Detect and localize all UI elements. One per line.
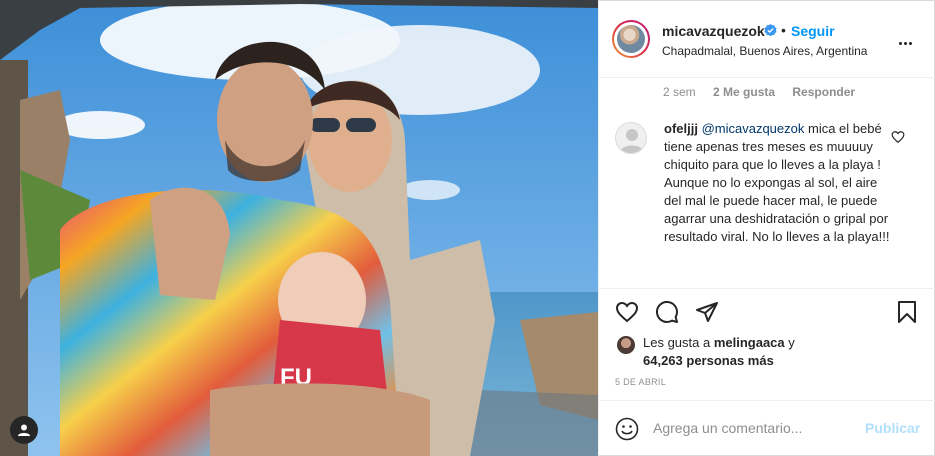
liker-avatar[interactable]: [617, 336, 635, 354]
reply-button[interactable]: Responder: [792, 85, 855, 99]
commenter-avatar[interactable]: [615, 122, 647, 154]
post-details-panel: micavazquezok • Seguir Chapadmalal, Buen…: [598, 0, 935, 456]
comment-text: ofeljjj @micavazquezok mica el bebé tien…: [664, 120, 894, 246]
follow-separator: •: [781, 22, 786, 38]
avatar-image: [617, 25, 645, 53]
likes-count-link[interactable]: 64,263 personas más: [643, 353, 774, 368]
comment-meta-row: 2 sem 2 Me gusta Responder: [663, 85, 869, 99]
post-actions: Les gusta a melingaaca y 64,263 personas…: [599, 288, 935, 387]
comment-mention[interactable]: @micavazquezok: [702, 121, 805, 136]
comment-likes-link[interactable]: 2 Me gusta: [713, 85, 775, 99]
add-comment-bar: Publicar: [599, 400, 935, 456]
heart-icon[interactable]: [615, 300, 639, 324]
post-header: micavazquezok • Seguir Chapadmalal, Buen…: [599, 0, 935, 78]
user-tag-button[interactable]: [10, 416, 38, 444]
profile-username[interactable]: micavazquezok: [662, 23, 765, 39]
emoji-icon[interactable]: [615, 417, 639, 441]
likes-text: Les gusta a melingaaca y 64,263 personas…: [643, 335, 795, 368]
post-photo[interactable]: FU: [0, 0, 598, 456]
location-link[interactable]: Chapadmalal, Buenos Aires, Argentina: [662, 44, 867, 58]
verified-badge-icon: [764, 24, 777, 37]
comment-input[interactable]: [653, 416, 853, 440]
more-options-icon[interactable]: [899, 32, 919, 48]
profile-avatar[interactable]: [612, 20, 650, 58]
bookmark-icon[interactable]: [895, 300, 919, 324]
publish-button[interactable]: Publicar: [865, 420, 920, 436]
comment-body: mica el bebé tiene apenas tres meses es …: [664, 121, 890, 244]
comment-heart-icon[interactable]: [891, 130, 905, 144]
comment-time: 2 sem: [663, 85, 696, 99]
post-date[interactable]: 5 DE ABRIL: [615, 377, 666, 387]
commenter-username[interactable]: ofeljjj: [664, 121, 698, 136]
first-liker-link[interactable]: melingaaca: [714, 335, 785, 350]
follow-button[interactable]: Seguir: [791, 23, 835, 39]
photo-illustration: FU: [0, 0, 598, 456]
comment-icon[interactable]: [655, 300, 679, 324]
share-icon[interactable]: [695, 300, 719, 324]
user-tag-icon: [18, 424, 30, 436]
default-avatar-icon: [620, 129, 644, 153]
